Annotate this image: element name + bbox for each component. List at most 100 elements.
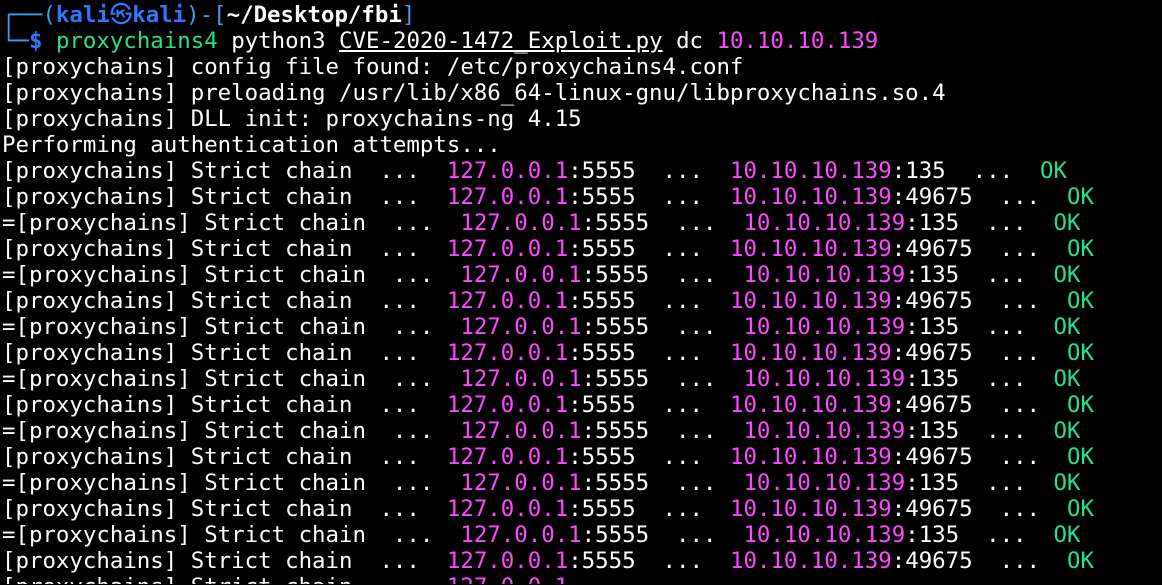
chain-status-ok: OK — [1053, 210, 1081, 236]
chain-prefix: =[proxychains] Strict chain ... — [2, 522, 461, 548]
chain-dst-port: :135 — [891, 158, 946, 184]
chain-src-ip: 127.0.0.1 — [446, 184, 569, 210]
chain-dst-ip: 10.10.10.139 — [729, 444, 892, 470]
prompt-host: kali — [132, 2, 187, 28]
chain-src-port: :5555 — [581, 366, 650, 392]
chain-src-port: :5555 — [568, 236, 636, 262]
chain-dots: ... — [959, 418, 1054, 444]
prompt-dollar: $ — [28, 28, 43, 54]
prompt-line-top: ┌──(kali㉿kali)-[~/Desktop/fbi] — [2, 2, 1162, 28]
prompt-path: ~/Desktop/fbi — [226, 2, 402, 28]
chain-dst-ip: 10.10.10.139 — [729, 392, 892, 418]
chain-mid: ... — [649, 314, 744, 340]
chain-prefix: =[proxychains] Strict chain ... — [2, 470, 461, 496]
chain-mid: ... — [635, 184, 730, 210]
chain-mid: ... — [649, 366, 744, 392]
chain-src-port: :5555 — [581, 470, 650, 496]
chain-src-ip: 127.0.0.1 — [446, 548, 569, 574]
chain-dst-port: :135 — [905, 522, 960, 548]
chain-line: =[proxychains] Strict chain ... 127.0.0.… — [2, 470, 1162, 496]
chain-line: =[proxychains] Strict chain ... 127.0.0.… — [2, 522, 1162, 548]
chain-src-port: :5555 — [581, 418, 650, 444]
chain-dst-ip: 10.10.10.139 — [729, 288, 892, 314]
chain-line: [proxychains] Strict chain ... 127.0.0.1… — [2, 288, 1162, 314]
chain-dst-ip: 10.10.10.139 — [743, 418, 906, 444]
chain-prefix: =[proxychains] Strict chain ... — [2, 366, 461, 392]
chain-prefix: [proxychains] Strict chain ... — [2, 496, 447, 522]
chain-src-ip: 127.0.0.1 — [460, 470, 582, 496]
output-preload: [proxychains] preloading /usr/lib/x86_64… — [2, 80, 946, 106]
chain-dots: ... — [972, 496, 1067, 522]
chain-prefix: =[proxychains] Strict chain ... — [2, 210, 461, 236]
chain-src-ip: 127.0.0.1 — [446, 158, 569, 184]
chain-prefix: [proxychains] Strict chain ... — [2, 184, 447, 210]
chain-status-ok: OK — [1067, 496, 1094, 522]
chain-dst-port: :135 — [905, 314, 960, 340]
chain-dots: ... — [972, 392, 1067, 418]
chain-status-ok: OK — [1053, 418, 1081, 444]
chain-dots: ... — [959, 366, 1054, 392]
chain-line: [proxychains] Strict chain ... 127.0.0.1… — [2, 392, 1162, 418]
prompt-user: kali — [55, 2, 110, 28]
chain-mid: ... — [635, 288, 730, 314]
chain-src-port: :5555 — [581, 314, 650, 340]
chain-dots: ... — [972, 444, 1067, 470]
chain-prefix: [proxychains] Strict chain ... — [2, 340, 447, 366]
chain-src-port: :5555 — [581, 262, 650, 288]
chain-mid: ... — [649, 418, 744, 444]
chain-dst-ip: 10.10.10.139 — [729, 236, 892, 262]
chain-dots: ... — [959, 210, 1054, 236]
chain-dst-port: :49675 — [891, 340, 973, 366]
chain-prefix: [proxychains] Strict chain ... — [2, 444, 447, 470]
terminal-window[interactable]: ┌──(kali㉿kali)-[~/Desktop/fbi] └─$ proxy… — [0, 0, 1162, 585]
chain-status-ok: OK — [1067, 288, 1094, 314]
chain-dst-port: :49675 — [891, 184, 973, 210]
chain-prefix: [proxychains] Strict chain ... — [2, 392, 447, 418]
output-config: [proxychains] config file found: /etc/pr… — [2, 54, 744, 80]
chain-dst-port: :49675 — [891, 392, 973, 418]
chain-src-port: :5555 — [568, 288, 636, 314]
chain-dst-ip: 10.10.10.139 — [743, 314, 906, 340]
chain-status-ok: OK — [1053, 366, 1081, 392]
chain-dots: ... — [972, 236, 1067, 262]
chain-status-ok: OK — [1067, 184, 1094, 210]
chain-src-ip: 127.0.0.1 — [460, 314, 582, 340]
chain-prefix: [proxychains] Strict chain ... — [2, 548, 447, 574]
chain-dots: ... — [959, 470, 1054, 496]
prompt-dir-close: ] — [401, 2, 416, 28]
chain-src-port: :5555 — [568, 444, 636, 470]
prompt-at-symbol: ㉿ — [109, 2, 133, 28]
chain-dst-port: :135 — [905, 262, 960, 288]
chain-mid: ... — [635, 236, 730, 262]
chain-prefix: =[proxychains] Strict chain ... — [2, 262, 461, 288]
chain-dots: ... — [972, 184, 1067, 210]
chain-dots: ... — [945, 158, 1041, 184]
chain-src-ip: 127.0.0.1 — [446, 340, 569, 366]
chain-dst-ip: 10.10.10.139 — [729, 184, 892, 210]
command-line[interactable]: └─$ proxychains4 python3 CVE-2020-1472_E… — [2, 28, 1162, 54]
chain-prefix: [proxychains] Strict chain ... — [2, 158, 447, 184]
chain-status-ok: OK — [1067, 548, 1094, 574]
chain-line: [proxychains] Strict chain ... 127.0.0.1… — [2, 158, 1162, 184]
command-arg-ip: 10.10.10.139 — [716, 28, 879, 54]
chain-line: =[proxychains] Strict chain ... 127.0.0.… — [2, 314, 1162, 340]
chain-mid: ... — [649, 522, 744, 548]
chain-src-port: :5555 — [568, 392, 636, 418]
chain-dst-port: :49675 — [891, 548, 973, 574]
chain-src-port: :5555 — [568, 496, 636, 522]
chain-dots: ... — [972, 288, 1067, 314]
chain-line: [proxychains] Strict chain ... 127.0.0.1… — [2, 444, 1162, 470]
chain-dst-port: :135 — [905, 210, 960, 236]
chain-src-ip: 127.0.0.1 — [460, 522, 582, 548]
chain-prefix: =[proxychains] Strict chain ... — [2, 418, 461, 444]
chain-src-port: :5555 — [568, 158, 636, 184]
command-interpreter: python3 — [231, 28, 326, 54]
chain-status-ok: OK — [1053, 522, 1081, 548]
chain-src-port: :5555 — [568, 184, 636, 210]
chain-output: [proxychains] Strict chain ... 127.0.0.1… — [0, 158, 1162, 574]
chain-line: =[proxychains] Strict chain ... 127.0.0.… — [2, 366, 1162, 392]
chain-dst-port: :135 — [905, 470, 960, 496]
chain-prefix: [proxychains] Strict chain ... — [2, 288, 447, 314]
chain-src-port: :5555 — [581, 522, 650, 548]
chain-dst-port: :135 — [905, 418, 960, 444]
